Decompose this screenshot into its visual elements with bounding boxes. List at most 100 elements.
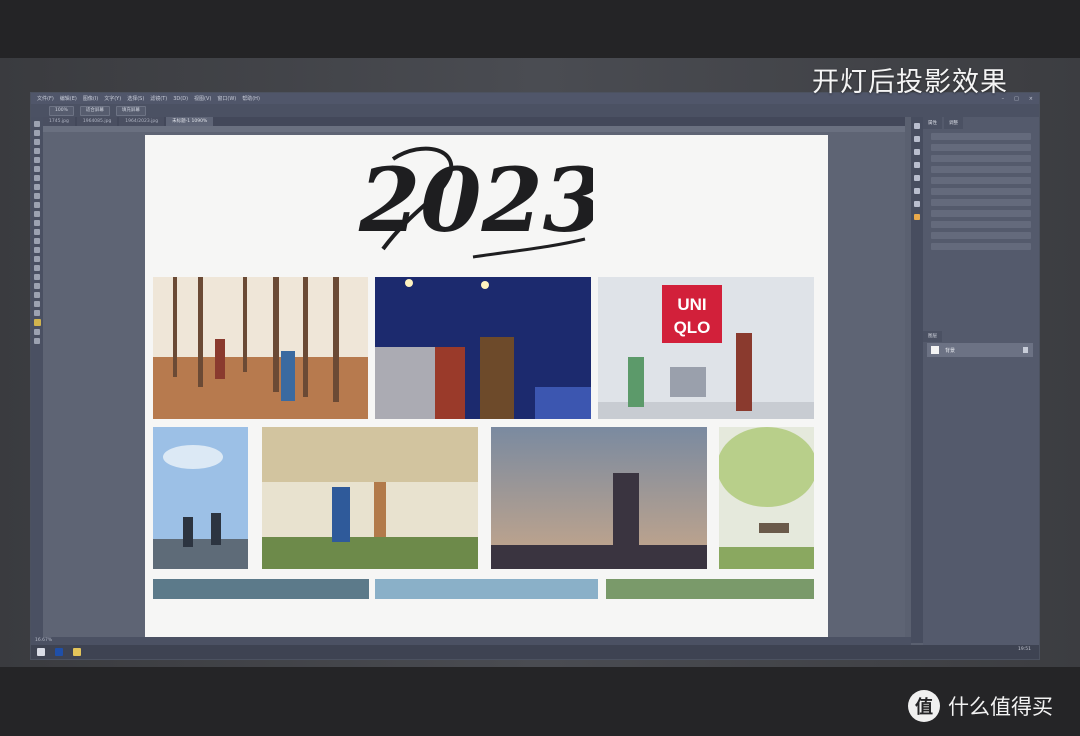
tree-line: [491, 545, 707, 569]
layer-name: 背景: [945, 348, 956, 354]
quick-select-tool-icon[interactable]: [34, 148, 40, 154]
close-icon[interactable]: ×: [1029, 96, 1033, 102]
property-row[interactable]: [931, 232, 1031, 239]
tools-preset-icon[interactable]: [914, 201, 920, 207]
healing-brush-icon[interactable]: [34, 184, 40, 190]
paragraph-icon[interactable]: [914, 175, 920, 181]
property-row[interactable]: [931, 133, 1031, 140]
photo-silhouette-sky: [491, 427, 707, 569]
photo-partial: [375, 579, 598, 599]
property-row[interactable]: [931, 177, 1031, 184]
property-row[interactable]: [931, 188, 1031, 195]
menu-item[interactable]: 编辑(E): [60, 95, 77, 102]
photo-night-sparklers: [375, 277, 591, 419]
property-row[interactable]: [931, 243, 1031, 250]
sparkler-light: [481, 281, 489, 289]
document-tab-active[interactable]: 未标题-1 1090%: [166, 117, 214, 126]
shopping-cart: [670, 367, 706, 397]
property-row[interactable]: [931, 221, 1031, 228]
menu-item[interactable]: 窗口(W): [217, 95, 236, 102]
property-row[interactable]: [931, 210, 1031, 217]
maximize-icon[interactable]: □: [1014, 96, 1019, 102]
menu-item[interactable]: 视图(V): [194, 95, 211, 102]
tree-canopy: [719, 427, 814, 507]
zoom-tool-icon[interactable]: [34, 301, 40, 307]
property-row[interactable]: [931, 144, 1031, 151]
menu-item[interactable]: 文字(Y): [104, 95, 121, 102]
child-figure: [215, 339, 225, 379]
document-tab[interactable]: 1745.jpg: [43, 117, 75, 126]
watermark: 值 什么值得买: [908, 690, 1053, 722]
adult-figure: [480, 337, 514, 419]
quick-mask-icon[interactable]: [34, 329, 40, 335]
canvas-workspace: 2023 UNI QLO: [43, 132, 905, 640]
clone-stamp-icon[interactable]: [34, 202, 40, 208]
property-row[interactable]: [931, 155, 1031, 162]
photo-autumn-forest: [153, 277, 368, 419]
lasso-tool-icon[interactable]: [34, 139, 40, 145]
zoom-readout: 16.67%: [35, 638, 53, 643]
overlay-caption: 开灯后投影效果: [812, 67, 1008, 98]
right-panels: 属性 调整 图层 背景: [923, 117, 1039, 645]
layer-thumbnail: [931, 346, 939, 354]
cloud: [163, 445, 223, 469]
foreground-color-swatch[interactable]: [33, 319, 41, 326]
path-select-icon[interactable]: [34, 274, 40, 280]
menu-item[interactable]: 选择(S): [127, 95, 144, 102]
shape-tool-icon[interactable]: [34, 283, 40, 289]
gradient-tool-icon[interactable]: [34, 229, 40, 235]
start-icon[interactable]: [37, 648, 45, 656]
layer-row[interactable]: 背景: [927, 343, 1033, 357]
blur-tool-icon[interactable]: [34, 238, 40, 244]
history-brush-icon[interactable]: [34, 211, 40, 217]
property-row[interactable]: [931, 166, 1031, 173]
projected-screen: 文件(F) 编辑(E) 图像(I) 文字(Y) 选择(S) 滤镜(T) 3D(D…: [30, 92, 1040, 660]
actions-icon[interactable]: [914, 136, 920, 142]
marquee-tool-icon[interactable]: [34, 130, 40, 136]
menu-item[interactable]: 滤镜(T): [150, 95, 167, 102]
glyphs-icon[interactable]: [914, 188, 920, 194]
zoom-100-button[interactable]: 100%: [49, 105, 74, 116]
title-art-2023: 2023: [358, 146, 593, 259]
explorer-task-icon[interactable]: [73, 648, 81, 656]
menu-item[interactable]: 文件(F): [37, 95, 54, 102]
type-tool-icon[interactable]: [34, 265, 40, 271]
crop-tool-icon[interactable]: [34, 157, 40, 163]
cyclist-figure: [211, 513, 221, 545]
sparkler-light: [405, 279, 413, 287]
dodge-tool-icon[interactable]: [34, 247, 40, 253]
system-clock: 19:51: [1018, 647, 1031, 652]
document-canvas[interactable]: 2023 UNI QLO: [145, 135, 828, 640]
options-bar: 100% 适合屏幕 填充屏幕: [31, 104, 1039, 117]
move-tool-icon[interactable]: [34, 121, 40, 127]
brush-tool-icon[interactable]: [34, 193, 40, 199]
close-icon[interactable]: [914, 214, 920, 220]
eyedropper-tool-icon[interactable]: [34, 175, 40, 181]
property-row[interactable]: [931, 199, 1031, 206]
tab-properties[interactable]: 属性: [923, 117, 942, 129]
eraser-tool-icon[interactable]: [34, 220, 40, 226]
watermark-text: 什么值得买: [948, 695, 1053, 719]
menu-item[interactable]: 帮助(H): [242, 95, 260, 102]
document-tab[interactable]: 1964085.jpg: [76, 117, 118, 126]
fit-screen-button[interactable]: 适合屏幕: [79, 105, 110, 116]
hand-tool-icon[interactable]: [34, 292, 40, 298]
tab-adjustments[interactable]: 调整: [944, 117, 963, 129]
menu-item[interactable]: 3D(D): [173, 96, 188, 102]
fill-screen-button[interactable]: 填充屏幕: [115, 105, 146, 116]
pen-tool-icon[interactable]: [34, 256, 40, 262]
screen-mode-icon[interactable]: [34, 338, 40, 344]
background-trees: [262, 427, 478, 482]
character-icon[interactable]: [914, 162, 920, 168]
child-figure: [435, 347, 465, 419]
tab-layers[interactable]: 图层: [923, 331, 942, 342]
history-icon[interactable]: [914, 123, 920, 129]
photo-bicycles: [153, 427, 248, 569]
frame-tool-icon[interactable]: [34, 166, 40, 172]
document-tab[interactable]: 1964/2023.jpg: [119, 117, 165, 126]
menu-item[interactable]: 图像(I): [83, 95, 98, 102]
more-tools-icon[interactable]: [34, 310, 40, 316]
photoshop-task-icon[interactable]: [55, 648, 63, 656]
uniqlo-logo-line: QLO: [674, 318, 711, 337]
brush-settings-icon[interactable]: [914, 149, 920, 155]
